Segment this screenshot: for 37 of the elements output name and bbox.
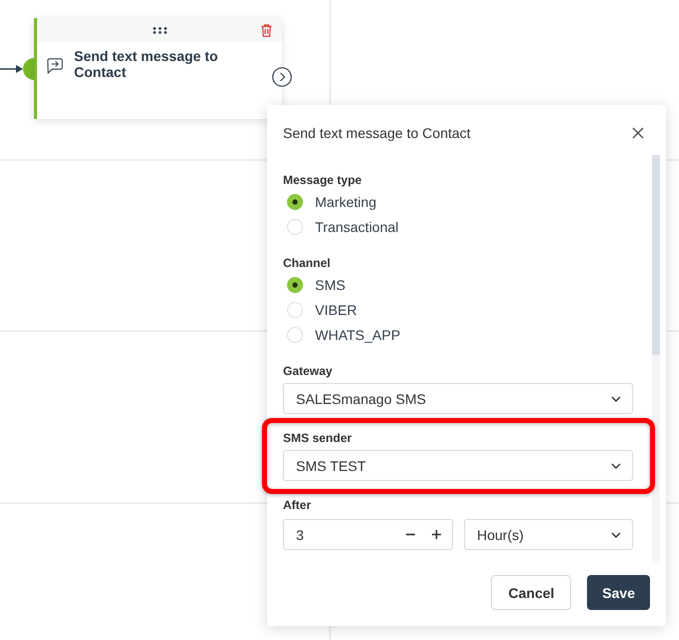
- select-field[interactable]: SALESmanago SMS: [283, 383, 633, 414]
- radio-button[interactable]: [287, 276, 303, 292]
- chevron-down-icon: [611, 462, 621, 468]
- connector-arrow: [0, 64, 23, 74]
- option-label: SMS: [315, 276, 346, 292]
- plus-icon[interactable]: [432, 530, 441, 539]
- select-field[interactable]: Hour(s): [464, 519, 633, 550]
- chevron-right-icon[interactable]: [272, 67, 292, 87]
- scrollbar[interactable]: [652, 155, 660, 563]
- radio-button[interactable]: [287, 194, 303, 210]
- save-button[interactable]: Save: [587, 575, 650, 610]
- field-label: Channel: [283, 255, 330, 271]
- cancel-button[interactable]: Cancel: [491, 575, 572, 610]
- drag-handle-icon[interactable]: [152, 26, 166, 34]
- panel-title: Send text message to Contact: [283, 125, 471, 141]
- select-field[interactable]: SMS TEST: [283, 450, 633, 481]
- option-label: VIBER: [315, 302, 358, 318]
- option-label: WHATS_APP: [315, 326, 400, 342]
- radio-button[interactable]: [287, 302, 303, 318]
- node-card[interactable]: Send text message to Contact: [34, 18, 282, 119]
- close-icon[interactable]: [632, 127, 644, 139]
- port-icon[interactable]: [23, 58, 34, 80]
- radio-button[interactable]: [287, 326, 303, 342]
- field-label: Gateway: [283, 363, 332, 379]
- chevron-down-icon: [611, 532, 621, 538]
- field-label: Message type: [283, 172, 362, 188]
- option-label: Transactional: [315, 218, 399, 234]
- field-label: After: [283, 497, 312, 513]
- message-icon: [47, 58, 63, 74]
- field-label: SMS sender: [283, 430, 352, 446]
- chevron-down-icon: [611, 396, 621, 402]
- radio-button[interactable]: [287, 218, 303, 234]
- option-label: Marketing: [315, 194, 376, 210]
- node-title: Send text message to Contact: [74, 48, 219, 80]
- scrollbar-thumb[interactable]: [652, 155, 660, 355]
- number-field[interactable]: 3: [283, 519, 453, 550]
- trash-icon[interactable]: [261, 24, 272, 37]
